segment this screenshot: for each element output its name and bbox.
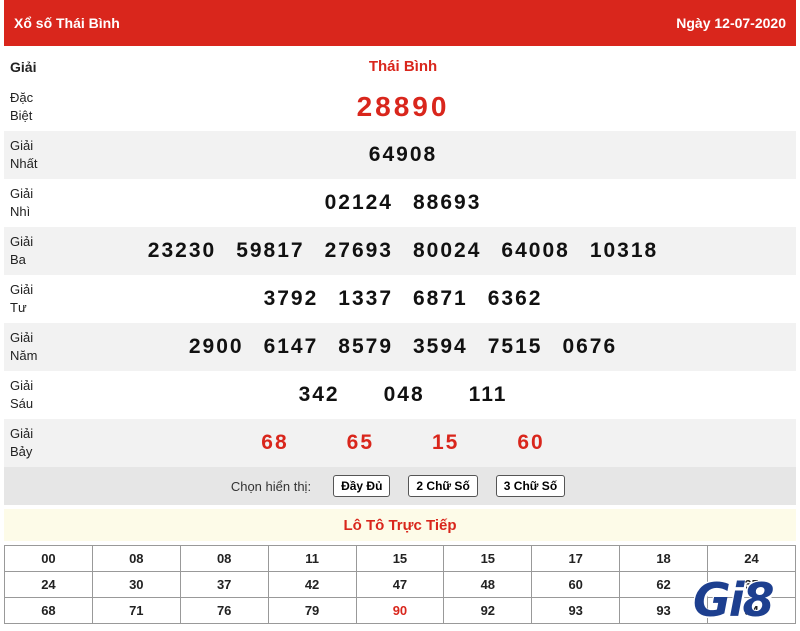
display-options-label: Chọn hiển thị: [230,478,312,494]
prize-number: 7515 [487,335,543,358]
prize-number: 3594 [413,335,468,358]
prize-number: 10318 [589,239,659,262]
show-full-button[interactable]: Đầy Đủ [333,475,391,497]
prize-number: 02124 [324,191,393,214]
prize-number: 342 [298,383,340,406]
loto-cell: 15 [355,545,445,572]
prize-number: 64908 [368,143,438,166]
province-name: Thái Bình [368,58,438,75]
loto-cell: 92 [443,597,533,624]
loto-cell: 24 [4,571,93,598]
loto-cell: 68 [4,597,93,624]
prize-number: 048 [383,383,425,406]
prize-number: 1337 [338,287,393,310]
draw-date: Ngày 12-07-2020 [676,15,786,31]
loto-table: 00 08 08 11 15 15 17 18 24 24 30 37 42 47 48 60 62 65 68 71… [4,545,796,624]
gi8-logo: Gi8 [693,573,775,627]
show-two-digit-button[interactable]: 2 Chữ Số [408,475,478,497]
prize-number: 68 [261,431,289,454]
prize-number: 80024 [413,239,482,262]
loto-cell: 15 [443,545,533,572]
prize-row-fifth: Giải Năm 2900 6147 8579 3594 7515 0676 [4,323,796,371]
loto-cell: 90 [355,597,445,624]
header-bar: Xổ số Thái Bình Ngày 12-07-2020 [4,0,796,46]
display-options-bar: Chọn hiển thị: Đầy Đủ 2 Chữ Số 3 Chữ Số [4,467,796,505]
loto-cell: 08 [179,545,269,572]
prize-number: 15 [432,431,460,454]
loto-cell: 47 [355,571,445,598]
results-header-row: Giải Thái Bình [4,50,796,83]
prize-column-header: Giải [10,58,37,75]
results-table: Giải Thái Bình Đặc Biệt 28890 Giải Nhất 64… [4,50,796,467]
prize-row-second: Giải Nhì 02124 88693 [4,179,796,227]
loto-cell: 71 [91,597,181,624]
prize-number: 23230 [147,239,217,262]
loto-cell: 76 [179,597,269,624]
loto-cell: 79 [267,597,357,624]
loto-cell: 11 [267,545,357,572]
prize-number: 64008 [501,239,570,262]
loto-cell: 48 [443,571,533,598]
loto-cell: 17 [531,545,621,572]
prize-label: Đặc Biệt [10,90,34,123]
prize-number: 0676 [562,335,618,358]
prize-row-seventh: Giải Bảy 68 65 15 60 [4,419,796,467]
prize-number: 6362 [487,287,543,310]
prize-row-sixth: Giải Sáu 342 048 111 [4,371,796,419]
special-prize-number: 28890 [356,91,450,122]
page-title: Xổ số Thái Bình [14,15,120,31]
prize-number: 8579 [338,335,393,358]
prize-number: 65 [346,431,374,454]
prize-number: 111 [468,383,508,406]
prize-label: Giải Nhất [10,138,38,171]
prize-number: 2900 [188,335,244,358]
prize-label: Giải Bảy [10,426,34,459]
loto-cell: 37 [179,571,269,598]
prize-number: 27693 [324,239,393,262]
loto-cell: 42 [267,571,357,598]
prize-number: 6871 [413,287,468,310]
loto-cell: 30 [91,571,181,598]
prize-row-special: Đặc Biệt 28890 [4,83,796,131]
prize-number: 60 [517,431,545,454]
loto-row: 68 71 76 79 90 92 93 93 94 [4,597,796,624]
loto-cell: 24 [707,545,796,572]
loto-cell: 60 [531,571,621,598]
loto-cell: 93 [531,597,621,624]
show-three-digit-button[interactable]: 3 Chữ Số [495,475,566,497]
loto-title: Lô Tô Trực Tiếp [4,509,796,541]
prize-row-fourth: Giải Tư 3792 1337 6871 6362 [4,275,796,323]
prize-row-third: Giải Ba 23230 59817 27693 80024 64008 103… [4,227,796,275]
loto-cell: 00 [4,545,93,572]
loto-cell: 08 [91,545,181,572]
prize-label: Giải Ba [10,234,34,267]
prize-number: 6147 [263,335,319,358]
loto-cell: 18 [619,545,708,572]
loto-row: 24 30 37 42 47 48 60 62 65 [4,571,796,598]
prize-label: Giải Sáu [10,378,34,411]
prize-number: 3792 [263,287,319,310]
prize-row-first: Giải Nhất 64908 [4,131,796,179]
prize-label: Giải Nhì [10,186,34,219]
prize-number: 88693 [413,191,482,214]
prize-label: Giải Tư [10,282,34,315]
loto-row: 00 08 08 11 15 15 17 18 24 [4,545,796,572]
prize-label: Giải Năm [10,330,38,363]
prize-number: 59817 [236,239,305,262]
